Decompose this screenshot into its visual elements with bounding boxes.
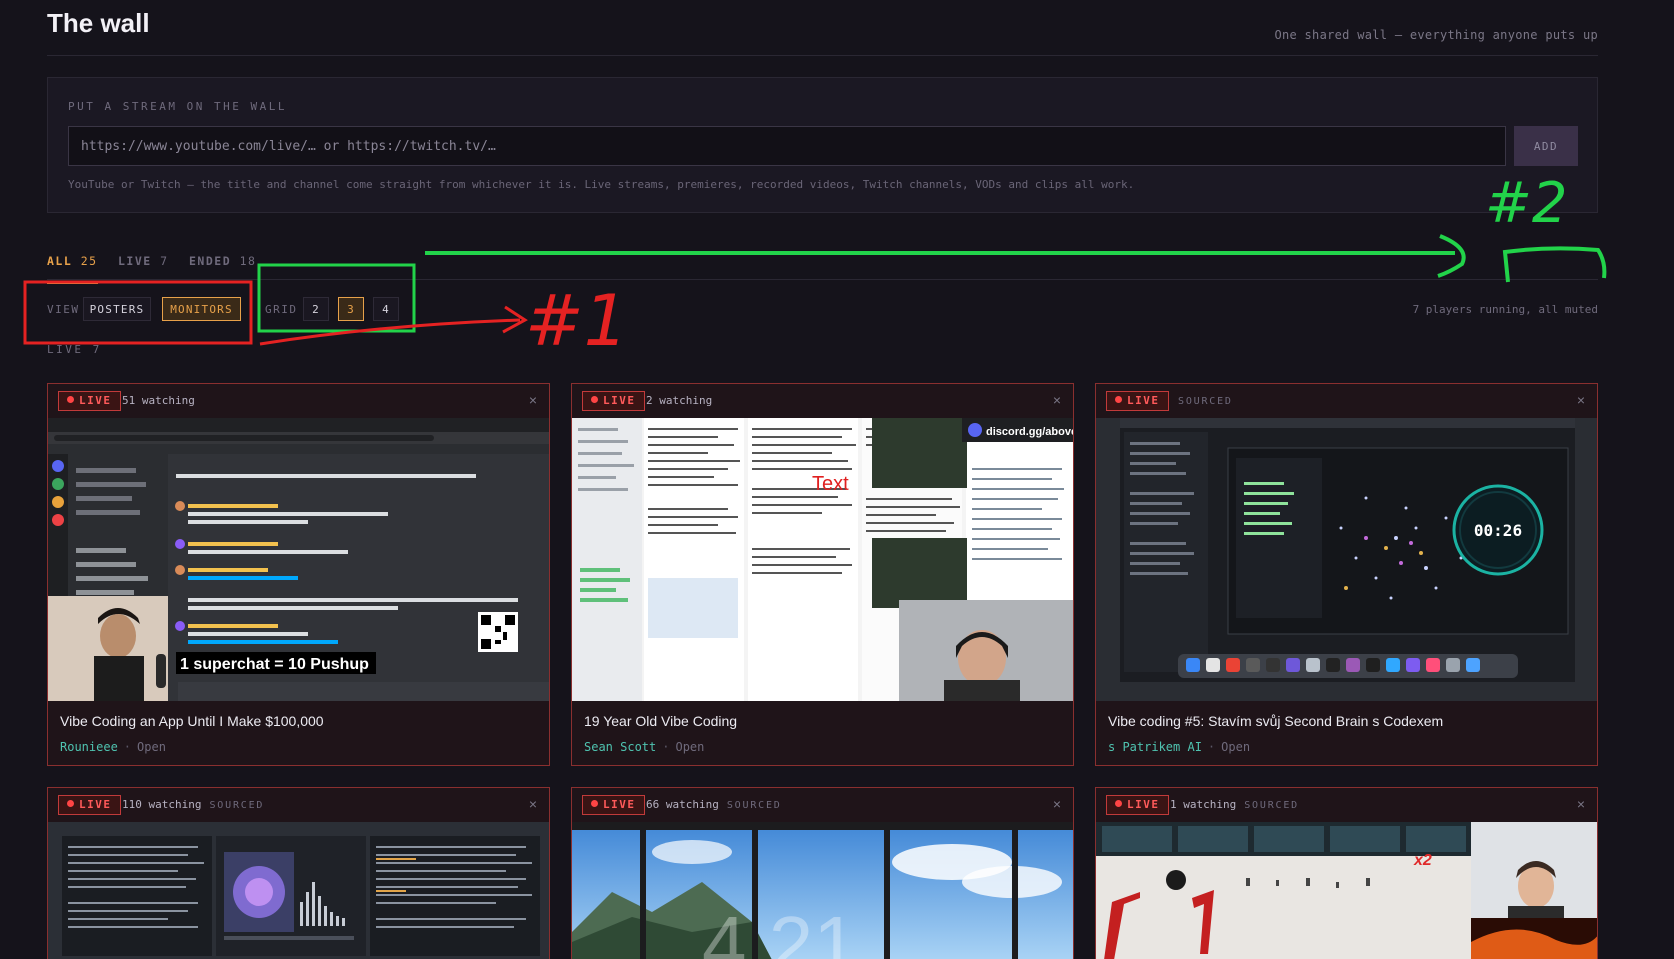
- live-badge: LIVE: [58, 391, 121, 411]
- stream-thumbnail[interactable]: x2: [1096, 822, 1597, 959]
- stream-card[interactable]: LIVE SOURCED × 00:26 Vibe coding #5: Sta…: [1095, 383, 1598, 766]
- tab-all[interactable]: ALL 25: [47, 254, 98, 284]
- watch-count: 110 watching: [122, 798, 202, 811]
- close-icon[interactable]: ×: [529, 796, 537, 812]
- page-header: The wall One shared wall — everything an…: [47, 0, 1598, 56]
- live-dot-icon: [67, 396, 74, 403]
- stream-meta: Sean Scott · Open: [584, 740, 705, 754]
- stream-preview-editors: [48, 822, 549, 959]
- stream-preview-graph: 00:26: [1096, 418, 1597, 701]
- stream-preview-window-view: 4.21: [572, 822, 1073, 959]
- add-stream-help: YouTube or Twitch — the title and channe…: [68, 178, 1135, 191]
- stream-preview-game: x2: [1096, 822, 1597, 959]
- close-icon[interactable]: ×: [1053, 392, 1061, 408]
- filter-tabs: ALL 25 LIVE 7 ENDED 18: [47, 248, 1598, 284]
- view-controls: VIEW POSTERS MONITORS GRID 2 3 4 7 playe…: [47, 297, 1598, 323]
- watch-count: 51 watching: [122, 394, 195, 407]
- sourced-tag: SOURCED: [726, 800, 782, 811]
- card-header: LIVE 51 watching ×: [48, 384, 549, 418]
- stream-overlay-text-2: Text: [812, 473, 849, 495]
- watch-count: 2 watching: [646, 394, 713, 407]
- sourced-tag: SOURCED: [1244, 800, 1299, 811]
- stream-meta: Rounieee · Open: [60, 740, 166, 754]
- stream-overlay-text: discord.gg/above: [986, 426, 1073, 438]
- stream-thumbnail[interactable]: 4.21: [572, 822, 1073, 959]
- sourced-tag: SOURCED: [1178, 396, 1233, 407]
- page-title: The wall: [47, 8, 150, 38]
- add-stream-button[interactable]: ADD: [1514, 126, 1578, 166]
- tab-live[interactable]: LIVE 7: [118, 254, 169, 282]
- stream-card[interactable]: LIVE 66 watching SOURCED × 4.21: [571, 787, 1074, 959]
- timer-text: 00:26: [1474, 521, 1522, 540]
- close-icon[interactable]: ×: [1577, 796, 1585, 812]
- card-header: LIVE SOURCED ×: [1096, 384, 1597, 418]
- stream-card[interactable]: LIVE 110 watching SOURCED ×: [47, 787, 550, 959]
- live-badge: LIVE: [58, 795, 121, 815]
- view-label: VIEW: [47, 303, 80, 316]
- channel-link[interactable]: s Patrikem AI: [1108, 740, 1202, 754]
- channel-link[interactable]: Sean Scott: [584, 740, 656, 754]
- live-dot-icon: [67, 800, 74, 807]
- view-posters-button[interactable]: POSTERS: [83, 297, 151, 321]
- grid-2-button[interactable]: 2: [303, 297, 329, 321]
- stream-card[interactable]: LIVE 51 watching × 1 superchat = 10 Push…: [47, 383, 550, 766]
- live-badge: LIVE: [1106, 795, 1169, 815]
- grid-4-button[interactable]: 4: [373, 297, 399, 321]
- add-stream-panel: PUT A STREAM ON THE WALL ADD YouTube or …: [47, 77, 1598, 213]
- stream-url-input[interactable]: [68, 126, 1506, 166]
- watch-count: 66 watching: [646, 798, 719, 811]
- stream-thumbnail[interactable]: discord.gg/above Text: [572, 418, 1073, 701]
- grid-3-button[interactable]: 3: [338, 297, 364, 321]
- stream-preview-discord: 1 superchat = 10 Pushup: [48, 418, 549, 701]
- stream-card[interactable]: LIVE 2 watching × discord.gg/above Text …: [571, 383, 1074, 766]
- card-header: LIVE 66 watching SOURCED ×: [572, 788, 1073, 822]
- close-icon[interactable]: ×: [1577, 392, 1585, 408]
- view-monitors-button[interactable]: MONITORS: [162, 297, 241, 321]
- tab-ended[interactable]: ENDED 18: [189, 254, 256, 282]
- page-tagline: One shared wall — everything anyone puts…: [1274, 28, 1598, 42]
- live-badge: LIVE: [582, 795, 645, 815]
- channel-link[interactable]: Rounieee: [60, 740, 118, 754]
- section-label-live: LIVE 7: [47, 343, 102, 356]
- stream-card[interactable]: LIVE 1 watching SOURCED × x2: [1095, 787, 1598, 959]
- close-icon[interactable]: ×: [1053, 796, 1061, 812]
- grid-label: GRID: [265, 303, 298, 316]
- stream-title: Vibe Coding an App Until I Make $100,000: [60, 713, 324, 729]
- stream-meta: s Patrikem AI · Open: [1108, 740, 1251, 754]
- stream-thumbnail[interactable]: 1 superchat = 10 Pushup: [48, 418, 549, 701]
- multiplier-text: x2: [1413, 852, 1432, 869]
- open-link[interactable]: Open: [1221, 740, 1250, 754]
- annotation-arrow-1: [259, 318, 521, 346]
- add-stream-label: PUT A STREAM ON THE WALL: [68, 100, 287, 113]
- open-link[interactable]: Open: [137, 740, 166, 754]
- stream-title: 19 Year Old Vibe Coding: [584, 713, 738, 729]
- live-dot-icon: [1115, 396, 1122, 403]
- live-dot-icon: [591, 800, 598, 807]
- live-badge: LIVE: [582, 391, 645, 411]
- live-dot-icon: [591, 396, 598, 403]
- open-link[interactable]: Open: [675, 740, 704, 754]
- card-header: LIVE 110 watching SOURCED ×: [48, 788, 549, 822]
- live-badge: LIVE: [1106, 391, 1169, 411]
- stream-preview-ide: discord.gg/above Text: [572, 418, 1073, 701]
- players-status: 7 players running, all muted: [1412, 303, 1598, 316]
- clock-text: 4.21: [702, 900, 858, 959]
- stream-overlay-text: 1 superchat = 10 Pushup: [180, 656, 369, 673]
- stream-title: Vibe coding #5: Stavím svůj Second Brain…: [1108, 713, 1444, 729]
- sourced-tag: SOURCED: [209, 800, 265, 811]
- stream-thumbnail[interactable]: [48, 822, 549, 959]
- card-header: LIVE 2 watching ×: [572, 384, 1073, 418]
- card-header: LIVE 1 watching SOURCED ×: [1096, 788, 1597, 822]
- watch-count: 1 watching: [1170, 798, 1237, 811]
- close-icon[interactable]: ×: [529, 392, 537, 408]
- stream-thumbnail[interactable]: 00:26: [1096, 418, 1597, 701]
- live-dot-icon: [1115, 800, 1122, 807]
